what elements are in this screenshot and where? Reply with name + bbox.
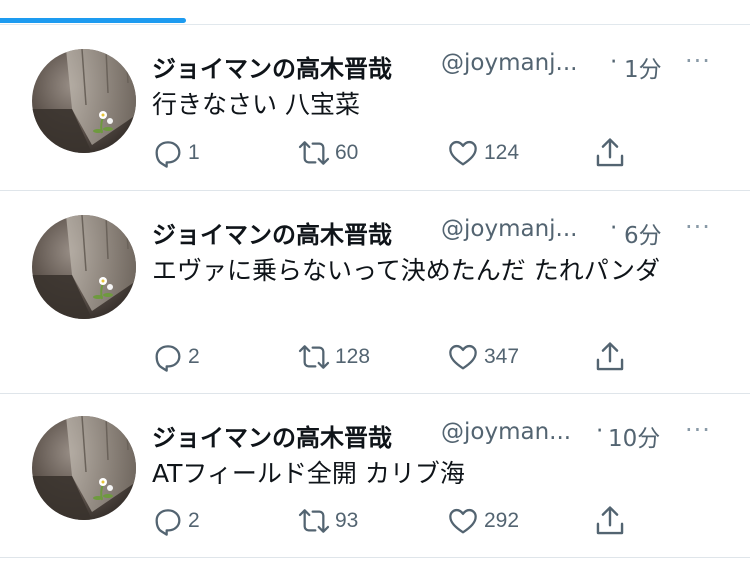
more-icon[interactable]: ··· [685, 416, 711, 444]
avatar[interactable] [32, 49, 136, 153]
user-handle[interactable]: @joyman... [441, 419, 571, 445]
tweet-header: ジョイマンの高木晋哉 @joymanj... · 6分 ··· [152, 213, 722, 249]
tweet-text: ATフィールド全開 カリブ海 [152, 459, 465, 488]
retweet-icon [297, 341, 331, 373]
share-icon [593, 136, 627, 170]
timestamp[interactable]: 10分 [608, 419, 660, 453]
share-button[interactable] [593, 133, 627, 173]
tweet[interactable]: ジョイマンの高木晋哉 @joyman... · 10分 ··· ATフィールド全… [0, 394, 750, 558]
tweet-feed: ジョイマンの高木晋哉 @joymanj... · 1分 ··· 行きなさい 八宝… [0, 25, 750, 558]
tweet-header: ジョイマンの高木晋哉 @joyman... · 10分 ··· [152, 416, 722, 452]
user-handle[interactable]: @joymanj... [441, 50, 577, 76]
heart-icon [446, 137, 480, 169]
reply-button[interactable]: 1 [152, 133, 200, 173]
reply-count: 2 [188, 509, 200, 532]
tweet-text: 行きなさい 八宝菜 [152, 90, 360, 119]
retweet-icon [297, 137, 331, 169]
like-button[interactable]: 292 [446, 501, 519, 541]
user-handle[interactable]: @joymanj... [441, 216, 577, 242]
separator-dot: · [610, 49, 618, 75]
retweet-button[interactable]: 128 [297, 337, 370, 377]
tweet-header: ジョイマンの高木晋哉 @joymanj... · 1分 ··· [152, 47, 722, 83]
retweet-count: 60 [335, 141, 359, 164]
like-count: 292 [484, 509, 520, 532]
tweet-actions: 2 93 292 [152, 501, 632, 541]
tweet[interactable]: ジョイマンの高木晋哉 @joymanj... · 6分 ··· エヴァに乗らない… [0, 191, 750, 394]
avatar[interactable] [32, 416, 136, 520]
separator-dot: · [610, 215, 618, 241]
tweet-actions: 2 128 347 [152, 337, 632, 377]
retweet-button[interactable]: 93 [297, 501, 358, 541]
more-icon[interactable]: ··· [685, 213, 711, 241]
like-button[interactable]: 347 [446, 337, 519, 377]
active-tab-indicator[interactable] [0, 18, 186, 23]
retweet-button[interactable]: 60 [297, 133, 358, 173]
separator-dot: · [596, 418, 604, 444]
more-icon[interactable]: ··· [685, 47, 711, 75]
reply-button[interactable]: 2 [152, 501, 200, 541]
reply-count: 2 [188, 345, 200, 368]
display-name[interactable]: ジョイマンの高木晋哉 [152, 49, 392, 84]
like-button[interactable]: 124 [446, 133, 519, 173]
timestamp[interactable]: 6分 [624, 216, 662, 250]
retweet-count: 128 [335, 345, 371, 368]
like-count: 347 [484, 345, 520, 368]
share-icon [593, 504, 627, 538]
heart-icon [446, 341, 480, 373]
reply-icon [152, 137, 184, 169]
timestamp[interactable]: 1分 [624, 50, 662, 84]
tweet-text: エヴァに乗らないって決めたんだ たれパンダ [152, 256, 660, 285]
reply-icon [152, 505, 184, 537]
heart-icon [446, 505, 480, 537]
display-name[interactable]: ジョイマンの高木晋哉 [152, 215, 392, 250]
share-button[interactable] [593, 337, 627, 377]
tab-bar [0, 0, 750, 25]
share-icon [593, 340, 627, 374]
reply-icon [152, 341, 184, 373]
tweet-actions: 1 60 124 [152, 133, 632, 173]
avatar[interactable] [32, 215, 136, 319]
retweet-icon [297, 505, 331, 537]
retweet-count: 93 [335, 509, 359, 532]
tweet[interactable]: ジョイマンの高木晋哉 @joymanj... · 1分 ··· 行きなさい 八宝… [0, 25, 750, 191]
reply-button[interactable]: 2 [152, 337, 200, 377]
reply-count: 1 [188, 141, 200, 164]
like-count: 124 [484, 141, 520, 164]
display-name[interactable]: ジョイマンの高木晋哉 [152, 418, 392, 453]
share-button[interactable] [593, 501, 627, 541]
